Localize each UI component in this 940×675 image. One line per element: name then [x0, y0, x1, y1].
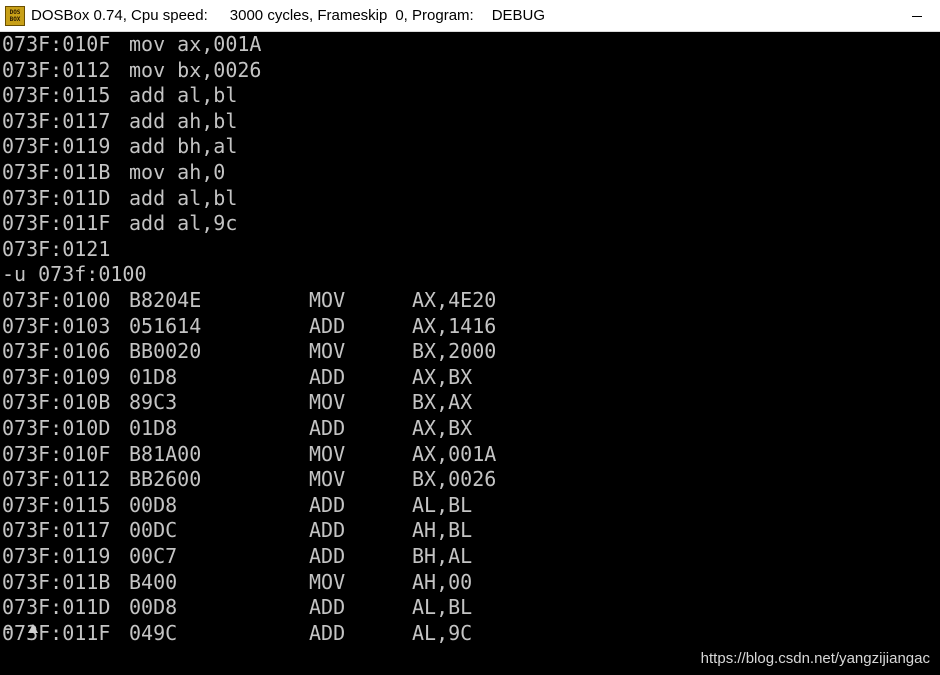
disasm-address: 073F:010D — [2, 416, 111, 440]
disasm-hex: 01D8 — [129, 416, 178, 440]
disasm-mnemonic: ADD — [309, 620, 346, 645]
title-frameskip: 0, Program: — [395, 7, 474, 24]
disasm-mnemonic: ADD — [309, 492, 346, 517]
title-program: DEBUG — [491, 7, 546, 24]
prompt: - — [2, 616, 15, 640]
disasm-address: 073F:0106 — [2, 339, 111, 364]
disasm-address: 073F:0109 — [2, 364, 111, 389]
disasm-address: 073F:0100 — [2, 288, 111, 312]
disasm-operands: AX,4E20 — [412, 288, 497, 312]
disasm-hex: 01D8 — [129, 364, 178, 389]
minimize-icon — [912, 16, 922, 17]
disasm-mnemonic: MOV — [309, 390, 346, 415]
disasm-hex: 00D8 — [129, 492, 178, 517]
disasm-operands: AL,BL — [412, 595, 473, 620]
disasm-mnemonic: ADD — [309, 364, 346, 389]
disasm-mnemonic: ADD — [309, 544, 346, 568]
disasm-mnemonic: MOV — [309, 569, 346, 594]
disasm-address: 073F:011D — [2, 595, 111, 620]
dosbox-icon-text-top: DOS — [9, 8, 21, 16]
disasm-hex: B400 — [129, 569, 178, 594]
disasm-operands: BX,AX — [412, 390, 473, 415]
disasm-mnemonic: ADD — [309, 416, 346, 440]
disasm-address: 073F:011B — [2, 569, 111, 594]
disasm-mnemonic: MOV — [309, 441, 346, 466]
line-code: add al,bl — [129, 83, 238, 108]
disasm-address: 073F:0117 — [2, 518, 111, 543]
disasm-address: 073F:0112 — [2, 467, 111, 492]
disasm-hex: 051614 — [129, 313, 202, 338]
disasm-address: 073F:0115 — [2, 492, 111, 517]
title-bar[interactable]: DOS BOX DOSBox 0.74, Cpu speed: 3000 cycl… — [0, 0, 940, 32]
line-code: add ah,bl — [129, 108, 238, 133]
disasm-hex: 00D8 — [129, 595, 178, 620]
line-code: mov ax,001A — [129, 32, 262, 56]
disasm-operands: AX,BX — [412, 416, 473, 440]
line-address: 073F:0112 — [2, 57, 111, 82]
disasm-mnemonic: MOV — [309, 467, 346, 492]
disasm-address: 073F:011F — [2, 620, 111, 645]
disasm-operands: BX,2000 — [412, 339, 497, 364]
line-address: 073F:011F — [2, 211, 111, 236]
line-address: 073F:0119 — [2, 134, 111, 159]
terminal-screen[interactable]: 073F:010F mov ax,001A 073F:0112 mov bx,0026… — [0, 32, 940, 675]
disasm-address: 073F:010B — [2, 390, 111, 415]
line-code: mov bx,0026 — [129, 57, 262, 82]
disasm-operands: AX,1416 — [412, 313, 497, 338]
line-address: 073F:011B — [2, 160, 111, 184]
line-code: add al,9c — [129, 211, 238, 236]
watermark: https://blog.csdn.net/yangzijiangac — [700, 650, 930, 667]
command-line: -u 073f:0100 — [2, 262, 147, 287]
disasm-operands: AX,BX — [412, 364, 473, 389]
line-code: add al,bl — [129, 185, 238, 210]
disasm-operands: BX,0026 — [412, 467, 497, 492]
line-address: 073F:010F — [2, 32, 111, 56]
disasm-mnemonic: ADD — [309, 595, 346, 620]
prompt-line[interactable]: - — [2, 616, 14, 641]
line-code: mov ah,0 — [129, 160, 226, 184]
disasm-hex: B8204E — [129, 288, 202, 312]
disasm-hex: 049C — [129, 620, 178, 645]
disasm-hex: 00DC — [129, 518, 178, 543]
disasm-operands: AH,BL — [412, 518, 473, 543]
line-address: 073F:011D — [2, 185, 111, 210]
title-app-name: DOSBox 0.74, Cpu speed: — [31, 7, 208, 24]
disasm-mnemonic: ADD — [309, 518, 346, 543]
minimize-button[interactable] — [894, 0, 940, 32]
line-code: add bh,al — [129, 134, 238, 159]
line-address: 073F:0115 — [2, 83, 111, 108]
dosbox-window: DOS BOX DOSBox 0.74, Cpu speed: 3000 cycl… — [0, 0, 940, 675]
mouse-pointer-icon — [28, 624, 38, 633]
disasm-address: 073F:010F — [2, 441, 111, 466]
disasm-operands: AH,00 — [412, 569, 473, 594]
window-controls — [894, 0, 940, 32]
disasm-address: 073F:0103 — [2, 313, 111, 338]
disasm-operands: BH,AL — [412, 544, 473, 568]
disasm-address: 073F:0119 — [2, 544, 111, 568]
disasm-hex: B81A00 — [129, 441, 202, 466]
line-address: 073F:0117 — [2, 108, 111, 133]
disasm-hex: BB2600 — [129, 467, 202, 492]
line-address: 073F:0121 — [2, 236, 111, 261]
title-cpu-cycles: 3000 cycles, Frameskip — [229, 7, 388, 24]
disasm-mnemonic: ADD — [309, 313, 346, 338]
dosbox-icon[interactable]: DOS BOX — [5, 5, 25, 26]
disasm-hex: 00C7 — [129, 544, 178, 568]
disasm-mnemonic: MOV — [309, 339, 346, 364]
disasm-mnemonic: MOV — [309, 288, 346, 312]
disasm-hex: 89C3 — [129, 390, 178, 415]
disasm-hex: BB0020 — [129, 339, 202, 364]
dosbox-icon-text-bottom: BOX — [9, 15, 21, 23]
disasm-operands: AL,BL — [412, 492, 473, 517]
disasm-operands: AL,9C — [412, 620, 473, 645]
window-title: DOSBox 0.74, Cpu speed: 3000 cycles, Fram… — [31, 7, 545, 24]
disasm-operands: AX,001A — [412, 441, 497, 466]
